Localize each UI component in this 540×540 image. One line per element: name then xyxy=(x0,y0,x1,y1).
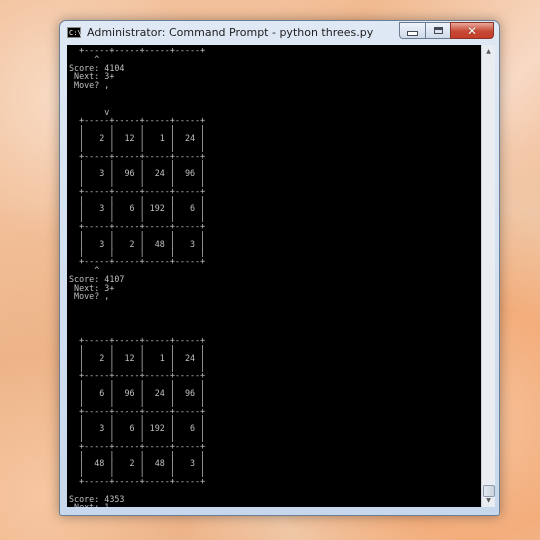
console-text: +-----+-----+-----+-----+ ^ Score: 4104 … xyxy=(67,45,481,507)
close-button[interactable]: ✕ xyxy=(450,22,494,39)
scroll-down-icon[interactable]: ▼ xyxy=(482,494,495,507)
console-output[interactable]: +-----+-----+-----+-----+ ^ Score: 4104 … xyxy=(67,45,481,507)
maximize-icon xyxy=(433,27,443,34)
console-line: Move? , xyxy=(69,80,110,91)
maximize-button[interactable] xyxy=(425,22,450,39)
close-icon: ✕ xyxy=(466,23,478,38)
vertical-scrollbar[interactable]: ▲ ▼ xyxy=(481,45,495,507)
window-controls: ✕ xyxy=(399,22,494,40)
title-bar[interactable]: C:\ Administrator: Command Prompt - pyth… xyxy=(60,21,499,45)
scroll-up-icon[interactable]: ▲ xyxy=(482,45,495,58)
console-line: Move? , xyxy=(69,291,110,302)
console-line: +-----+-----+-----+-----+ xyxy=(69,476,206,487)
console-line: Next: 1 xyxy=(69,502,109,507)
cmd-icon[interactable]: C:\ xyxy=(67,27,82,38)
command-prompt-window: C:\ Administrator: Command Prompt - pyth… xyxy=(59,20,500,516)
window-title: Administrator: Command Prompt - python t… xyxy=(87,26,374,39)
minimize-button[interactable] xyxy=(399,22,425,39)
minimize-icon xyxy=(407,31,418,36)
